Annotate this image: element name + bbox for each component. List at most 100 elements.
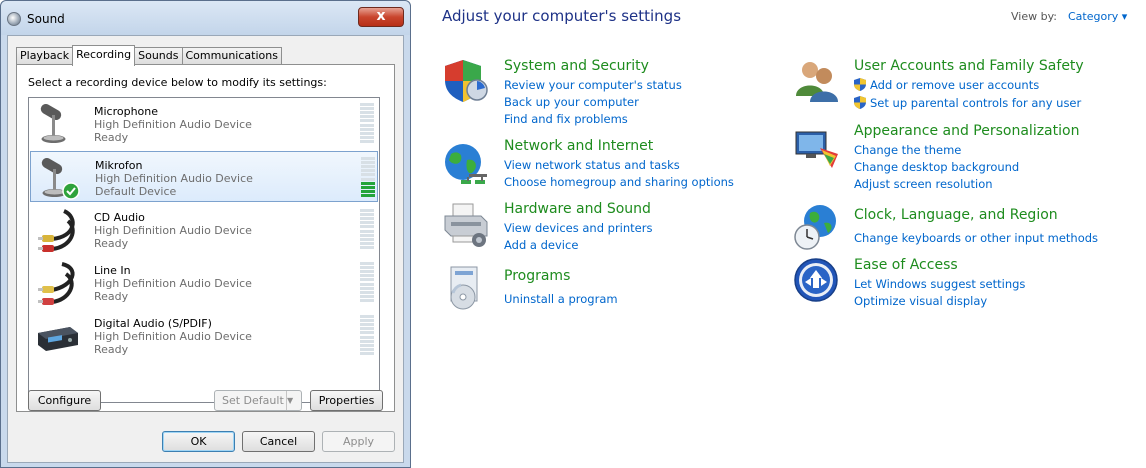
line-in-cable-icon <box>38 262 75 305</box>
category-title[interactable]: User Accounts and Family Safety <box>854 58 1084 74</box>
meter-segment <box>360 229 374 233</box>
category-title[interactable]: Clock, Language, and Region <box>854 207 1058 223</box>
link-parental-controls[interactable]: Set up parental controls for any user <box>870 96 1081 110</box>
meter-segment <box>361 193 375 197</box>
link-change-theme[interactable]: Change the theme <box>854 143 961 157</box>
rca-cable-icon <box>38 209 75 252</box>
meter-segment <box>361 173 375 177</box>
meter-segment <box>360 343 374 347</box>
apply-button[interactable]: Apply <box>322 431 395 452</box>
link-review-status[interactable]: Review your computer's status <box>504 78 682 92</box>
recording-panel: Select a recording device below to modif… <box>16 64 395 412</box>
tab-communications[interactable]: Communications <box>181 47 282 65</box>
digital-audio-icon <box>38 327 78 351</box>
dialog-body: Playback Recording Sounds Communications… <box>7 35 404 463</box>
meter-segment <box>360 139 374 143</box>
set-default-button[interactable]: Set Default ▼ <box>214 390 302 411</box>
chevron-down-icon[interactable]: ▼ <box>286 391 301 410</box>
link-devices-printers[interactable]: View devices and printers <box>504 221 652 235</box>
page-title: Adjust your computer's settings <box>442 7 682 25</box>
device-name: Line In <box>94 264 131 277</box>
view-by-label: View by: <box>1011 10 1057 23</box>
uac-shield-icon <box>854 96 866 109</box>
category-title[interactable]: System and Security <box>504 58 649 74</box>
device-microphone[interactable]: Microphone High Definition Audio Device … <box>30 98 378 149</box>
users-icon <box>796 62 838 102</box>
close-icon: x <box>376 8 386 24</box>
cancel-button[interactable]: Cancel <box>242 431 315 452</box>
category-title[interactable]: Network and Internet <box>504 138 653 154</box>
device-line-in[interactable]: Line In High Definition Audio Device Rea… <box>30 257 378 308</box>
device-description: High Definition Audio Device <box>94 118 252 131</box>
device-status: Default Device <box>95 185 177 198</box>
link-add-device[interactable]: Add a device <box>504 238 578 252</box>
device-name: Microphone <box>94 105 159 118</box>
meter-segment <box>360 294 374 298</box>
device-mikrofon[interactable]: Mikrofon High Definition Audio Device De… <box>30 151 378 202</box>
category-title[interactable]: Ease of Access <box>854 257 958 273</box>
meter-segment <box>360 331 374 335</box>
dialog-title: Sound <box>27 12 65 26</box>
device-description: High Definition Audio Device <box>95 172 253 185</box>
dialog-titlebar[interactable]: Sound x <box>1 1 410 35</box>
link-keyboards[interactable]: Change keyboards or other input methods <box>854 231 1098 245</box>
link-optimize-display[interactable]: Optimize visual display <box>854 294 987 308</box>
meter-segment <box>360 217 374 221</box>
link-add-remove-accounts[interactable]: Add or remove user accounts <box>870 78 1039 92</box>
link-suggest-settings[interactable]: Let Windows suggest settings <box>854 277 1025 291</box>
link-screen-resolution[interactable]: Adjust screen resolution <box>854 177 993 191</box>
tab-sounds[interactable]: Sounds <box>134 47 183 65</box>
link-network-status[interactable]: View network status and tasks <box>504 158 680 172</box>
meter-segment <box>360 103 374 106</box>
device-description: High Definition Audio Device <box>94 330 252 343</box>
category-title[interactable]: Programs <box>504 268 570 284</box>
link-uninstall[interactable]: Uninstall a program <box>504 292 618 306</box>
link-desktop-background[interactable]: Change desktop background <box>854 160 1019 174</box>
meter-segment <box>360 213 374 217</box>
meter-segment <box>361 169 375 173</box>
properties-button[interactable]: Properties <box>310 390 383 411</box>
meter-segment <box>360 286 374 290</box>
shield-system-icon <box>445 60 488 102</box>
meter-segment <box>361 165 375 169</box>
ok-button[interactable]: OK <box>162 431 235 452</box>
configure-button[interactable]: Configure <box>28 390 101 411</box>
appearance-icon <box>795 131 838 168</box>
instruction-text: Select a recording device below to modif… <box>28 76 327 89</box>
meter-segment <box>360 347 374 351</box>
device-description: High Definition Audio Device <box>94 277 252 290</box>
device-cd-audio[interactable]: CD Audio High Definition Audio Device Re… <box>30 204 378 255</box>
device-status: Ready <box>94 237 129 250</box>
device-status: Ready <box>94 343 129 356</box>
meter-segment <box>360 315 374 318</box>
view-by-dropdown[interactable]: Category ▾ <box>1068 10 1127 23</box>
meter-segment <box>360 262 374 265</box>
category-title[interactable]: Appearance and Personalization <box>854 123 1079 139</box>
ease-of-access-icon <box>794 258 838 302</box>
close-button[interactable]: x <box>358 7 404 27</box>
device-name: CD Audio <box>94 211 145 224</box>
tab-recording[interactable]: Recording <box>72 45 136 66</box>
tab-playback[interactable]: Playback <box>16 47 74 65</box>
link-homegroup[interactable]: Choose homegroup and sharing options <box>504 175 734 189</box>
printer-icon <box>444 203 488 247</box>
level-meter <box>360 209 374 249</box>
level-meter <box>360 262 374 302</box>
meter-segment <box>360 323 374 327</box>
meter-segment <box>360 335 374 339</box>
meter-segment <box>360 135 374 139</box>
device-status: Ready <box>94 131 129 144</box>
category-title[interactable]: Hardware and Sound <box>504 201 651 217</box>
link-find-fix[interactable]: Find and fix problems <box>504 112 628 126</box>
control-panel-header: Adjust your computer's settings View by:… <box>411 0 1146 34</box>
device-digital-audio[interactable]: Digital Audio (S/PDIF) High Definition A… <box>30 310 378 361</box>
link-back-up[interactable]: Back up your computer <box>504 95 639 109</box>
meter-segment <box>360 221 374 225</box>
level-meter <box>360 103 374 143</box>
uac-shield-icon <box>854 78 866 91</box>
programs-icon <box>450 266 478 310</box>
device-status: Ready <box>94 290 129 303</box>
meter-segment <box>360 209 374 212</box>
device-name: Mikrofon <box>95 159 143 172</box>
microphone-default-icon <box>41 158 80 200</box>
